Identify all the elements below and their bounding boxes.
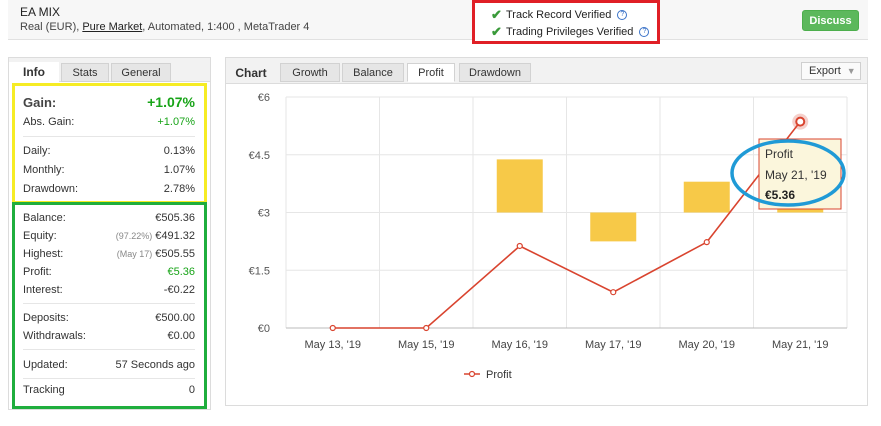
line-layer [329, 113, 809, 332]
bar [590, 212, 637, 242]
chart-title: Chart [235, 65, 267, 80]
y-tick-label: €1.5 [249, 265, 270, 277]
tab-growth[interactable]: Growth [280, 63, 340, 82]
x-axis: May 13, '19 May 15, '19 May 16, '19 May 17,… [286, 327, 847, 351]
profit-chart: €0€1.5€3€4.5€6 May 13, '19 May 15, '19 May… [249, 92, 848, 381]
subtitle-prefix: Real (EUR), [20, 21, 83, 33]
data-point [610, 289, 617, 296]
track-record-verified: ✔ Track Record Verified ? [491, 6, 657, 23]
tooltip-date: May 21, '19 [765, 168, 827, 182]
info-tabs: Info Stats General [9, 58, 210, 82]
y-tick-label: €6 [258, 92, 270, 104]
export-dropdown[interactable]: Export ▼ [801, 62, 861, 80]
check-icon: ✔ [491, 6, 502, 22]
account-subtitle: Real (EUR), Pure Market, Automated, 1:40… [20, 21, 309, 33]
y-tick-label: €3 [258, 208, 270, 220]
data-point [516, 242, 523, 250]
tab-info[interactable]: Info [9, 62, 59, 82]
tooltip-value: €5.36 [765, 188, 795, 202]
y-tick-label: €0 [258, 323, 270, 335]
export-label: Export [809, 65, 841, 77]
help-icon[interactable]: ? [617, 9, 628, 20]
subtitle-suffix: , Automated, 1:400 , MetaTrader 4 [142, 21, 310, 33]
data-point [795, 116, 806, 127]
x-tick-label: May 15, '19 [398, 339, 455, 351]
tooltip-layer: Profit May 21, '19 €5.36 [730, 138, 846, 210]
tooltip-series: Profit [765, 147, 794, 161]
help-icon[interactable]: ? [639, 26, 650, 37]
check-icon: ✔ [491, 23, 502, 39]
legend-marker [468, 370, 476, 378]
account-name: EA MIX [20, 5, 61, 19]
x-tick-label: May 17, '19 [585, 339, 642, 351]
caret-down-icon: ▼ [846, 66, 856, 76]
x-tick-label: May 20, '19 [678, 339, 735, 351]
chart-panel: Chart Growth Balance Profit Drawdown Exp… [225, 57, 868, 406]
trading-privileges-verified: ✔ Trading Privileges Verified ? [491, 23, 657, 40]
x-tick-label: May 21, '19 [772, 339, 829, 351]
verification-box: ✔ Track Record Verified ? ✔ Trading Priv… [472, 0, 660, 44]
chart-legend: Profit [464, 369, 512, 381]
account-header: EA MIX Real (EUR), Pure Market, Automate… [8, 0, 868, 40]
tab-drawdown[interactable]: Drawdown [459, 63, 531, 82]
bar [496, 159, 543, 213]
bar [683, 181, 730, 213]
y-axis: €0 €1.5 €3 €4.5 €6 [249, 92, 270, 335]
gain-highlight-box [12, 83, 207, 204]
data-point [423, 324, 430, 332]
stats-highlight-box [12, 202, 207, 409]
data-point [329, 324, 336, 332]
x-tick-label: May 13, '19 [304, 339, 361, 351]
legend-label: Profit [486, 369, 512, 381]
market-link[interactable]: Pure Market [82, 21, 142, 33]
chart-tabs: Chart Growth Balance Profit Drawdown Exp… [226, 58, 867, 84]
data-point [703, 239, 710, 246]
tab-general[interactable]: General [111, 63, 171, 82]
tab-balance[interactable]: Balance [342, 63, 404, 82]
discuss-button[interactable]: Discuss [802, 10, 859, 31]
y-tick-label: €4.5 [249, 150, 270, 162]
tab-profit[interactable]: Profit [407, 63, 455, 82]
tab-stats[interactable]: Stats [61, 63, 109, 82]
chart-grid [285, 96, 848, 329]
x-tick-label: May 16, '19 [491, 339, 548, 351]
info-panel: Info Stats General Gain: +1.07% Abs. Gai… [8, 57, 211, 410]
verified-label: Trading Privileges Verified [506, 25, 634, 38]
verified-label: Track Record Verified [506, 8, 612, 21]
